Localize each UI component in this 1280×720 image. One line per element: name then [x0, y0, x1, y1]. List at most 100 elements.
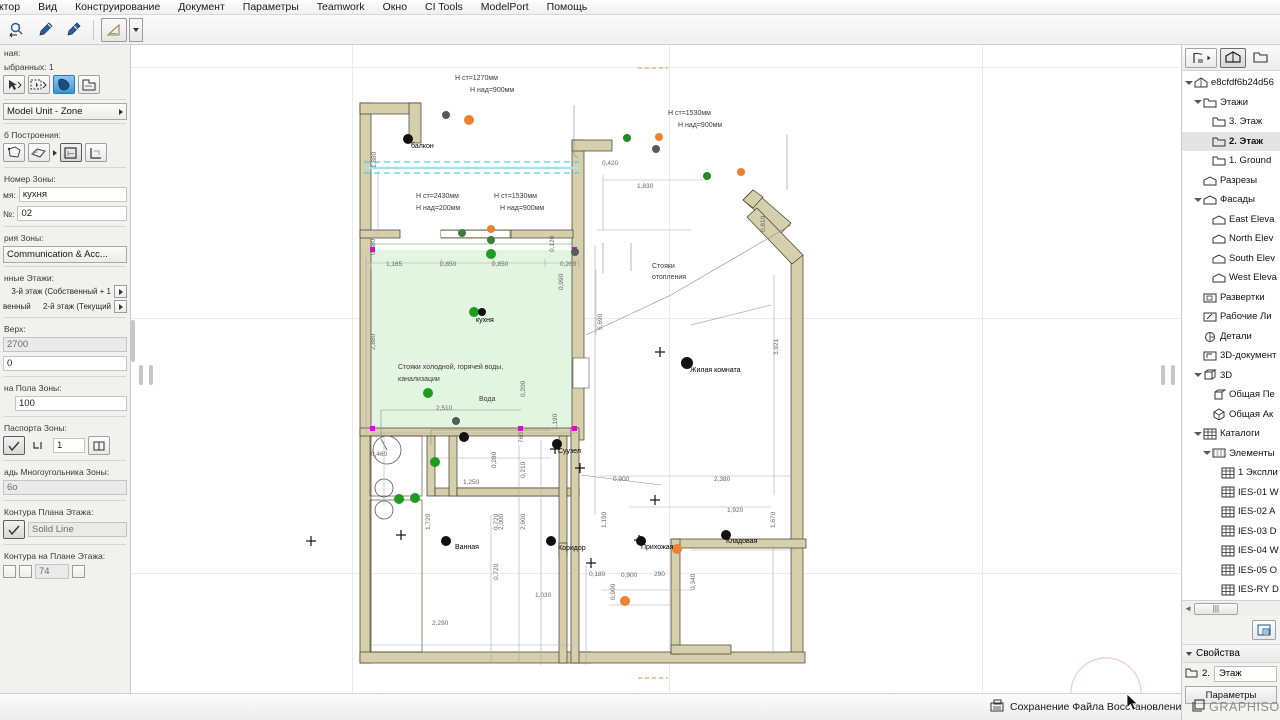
nav-tree-item[interactable]: e8cfdf6b24d56: [1182, 73, 1280, 93]
nav-tree-item[interactable]: West Eleva: [1182, 268, 1280, 288]
nav-tree-item[interactable]: IES-05 O: [1182, 561, 1280, 581]
story-top-stepper[interactable]: [114, 285, 127, 298]
zoom-select-icon[interactable]: [4, 18, 30, 42]
plan-marker[interactable]: [441, 536, 451, 546]
plan-marker[interactable]: [546, 536, 556, 546]
plan-marker[interactable]: [478, 308, 486, 316]
marquee-tool-button[interactable]: [28, 75, 50, 94]
contour-plan-icon-a[interactable]: [3, 565, 16, 578]
inner-edge-zone-button[interactable]: [60, 143, 82, 162]
stamp-anchor-button[interactable]: [28, 436, 50, 455]
plan-marker[interactable]: [430, 457, 440, 467]
menu-item-ci-tools[interactable]: CI Tools: [416, 0, 472, 15]
plan-marker[interactable]: [737, 168, 745, 176]
plan-marker[interactable]: [703, 172, 711, 180]
floor-plan-canvas[interactable]: H ст=1270мм H над=900мм H ст=1530мм H над=9…: [131, 45, 1180, 693]
zone-number-input[interactable]: 02: [17, 206, 127, 221]
floor-thickness-input[interactable]: 100: [15, 396, 127, 411]
nav-tree-item[interactable]: Фасады: [1182, 190, 1280, 210]
eyedropper-icon[interactable]: [32, 18, 58, 42]
nav-tree-item[interactable]: 1 Экспли: [1182, 463, 1280, 483]
navigator-map-icon[interactable]: [1185, 47, 1217, 68]
zone-category-value-combo[interactable]: Communication & Acc...: [3, 246, 127, 263]
plan-marker[interactable]: [623, 134, 631, 142]
nav-tree-item[interactable]: Рабочие Ли: [1182, 307, 1280, 327]
plan-marker[interactable]: [672, 544, 682, 554]
dropdown-caret-icon[interactable]: [129, 17, 143, 42]
zone-stamp-pen-input[interactable]: 1: [53, 438, 85, 453]
nav-tree-item[interactable]: Разрезы: [1182, 171, 1280, 191]
project-map-icon[interactable]: [1220, 47, 1246, 68]
menu-item-modelport[interactable]: ModelPort: [472, 0, 538, 15]
plan-marker[interactable]: [487, 236, 495, 244]
nav-tree-item[interactable]: IES-02 A: [1182, 502, 1280, 522]
polygonal-zone-button[interactable]: [3, 143, 25, 162]
plan-marker[interactable]: [459, 432, 469, 442]
settings-dialog-icon[interactable]: [1252, 620, 1276, 640]
plan-marker[interactable]: [442, 111, 450, 119]
plan-marker[interactable]: [458, 229, 466, 237]
expand-triangle-icon[interactable]: [1193, 197, 1202, 202]
window-stack-icon[interactable]: [1192, 699, 1207, 715]
menu-item-view[interactable]: Вид: [29, 0, 66, 15]
nav-tree-item[interactable]: 1. Ground: [1182, 151, 1280, 171]
nav-tree-item[interactable]: South Elev: [1182, 249, 1280, 269]
nav-tree-item[interactable]: Общая Пе: [1182, 385, 1280, 405]
zone-stamp-button[interactable]: [78, 75, 100, 94]
nav-tree-item[interactable]: East Eleva: [1182, 210, 1280, 230]
navigator-hscroll-thumb[interactable]: |||: [1193, 602, 1238, 615]
view-map-icon[interactable]: [1249, 48, 1271, 68]
contour-plan-value[interactable]: 74: [35, 564, 69, 579]
plan-marker[interactable]: [394, 494, 404, 504]
menu-item-window[interactable]: Окно: [374, 0, 416, 15]
menu-item-teamwork[interactable]: Teamwork: [308, 0, 374, 15]
plan-marker[interactable]: [571, 248, 579, 256]
nav-tree-item[interactable]: 2. Этаж: [1182, 131, 1280, 151]
nav-tree-item[interactable]: IES-RY D: [1182, 580, 1280, 600]
measure-tool-icon[interactable]: [101, 17, 127, 42]
contour-plan-icon-b[interactable]: [19, 565, 32, 578]
nav-tree-item[interactable]: Элементы: [1182, 444, 1280, 464]
expand-triangle-icon[interactable]: [1184, 80, 1193, 85]
offset-input[interactable]: 0: [3, 356, 127, 371]
contour-line-type-value[interactable]: Solid Line: [28, 522, 127, 537]
menu-item-editor[interactable]: дактор: [0, 0, 29, 15]
contour-pen-toggle[interactable]: [3, 520, 25, 539]
nav-tree-item[interactable]: IES-04 W: [1182, 541, 1280, 561]
nav-tree-item[interactable]: IES-03 D: [1182, 522, 1280, 542]
nav-tree-item[interactable]: IES-01 W: [1182, 483, 1280, 503]
story-bottom-stepper[interactable]: [114, 300, 127, 313]
top-height-input[interactable]: 2700: [3, 337, 127, 352]
nav-tree-item[interactable]: 3. Этаж: [1182, 112, 1280, 132]
nav-tree-item[interactable]: 3D: [1182, 366, 1280, 386]
nav-tree-item[interactable]: Детали: [1182, 327, 1280, 347]
nav-tree-item[interactable]: Этажи: [1182, 93, 1280, 113]
nav-tree-item[interactable]: 3D-документ: [1182, 346, 1280, 366]
zone-stamp-pen-button[interactable]: [3, 436, 25, 455]
plan-marker[interactable]: [464, 115, 474, 125]
nav-tree-item[interactable]: Общая Ак: [1182, 405, 1280, 425]
navigator-tree[interactable]: e8cfdf6b24d56 Этажи 3. Этаж 2. Этаж 1. Groun…: [1182, 71, 1280, 600]
property-value-input[interactable]: Этаж: [1213, 665, 1277, 682]
nav-tree-item[interactable]: North Elev: [1182, 229, 1280, 249]
menu-item-document[interactable]: Документ: [169, 0, 234, 15]
syringe-injector-icon[interactable]: [60, 18, 86, 42]
plan-marker[interactable]: [620, 596, 630, 606]
plan-marker[interactable]: [652, 145, 660, 153]
zone-tool-button[interactable]: [53, 75, 75, 94]
navigator-hscrollbar[interactable]: ◄ |||: [1182, 600, 1280, 616]
plan-marker[interactable]: [486, 249, 496, 259]
stamp-orientation-button[interactable]: [88, 436, 110, 455]
expand-triangle-icon[interactable]: [1193, 373, 1202, 378]
expand-triangle-icon[interactable]: [1193, 100, 1202, 105]
nav-tree-item[interactable]: Развертки: [1182, 288, 1280, 308]
plan-marker[interactable]: [487, 225, 495, 233]
reference-line-zone-button[interactable]: [85, 143, 107, 162]
nav-tree-item[interactable]: Каталоги: [1182, 424, 1280, 444]
expand-triangle-icon[interactable]: [1202, 451, 1211, 456]
zone-category-combo[interactable]: Model Unit - Zone: [3, 103, 127, 120]
menu-item-design[interactable]: Конструирование: [66, 0, 169, 15]
plan-marker[interactable]: [423, 388, 433, 398]
properties-section-header[interactable]: Свойства: [1182, 644, 1280, 663]
auto-zone-button[interactable]: [28, 143, 50, 162]
